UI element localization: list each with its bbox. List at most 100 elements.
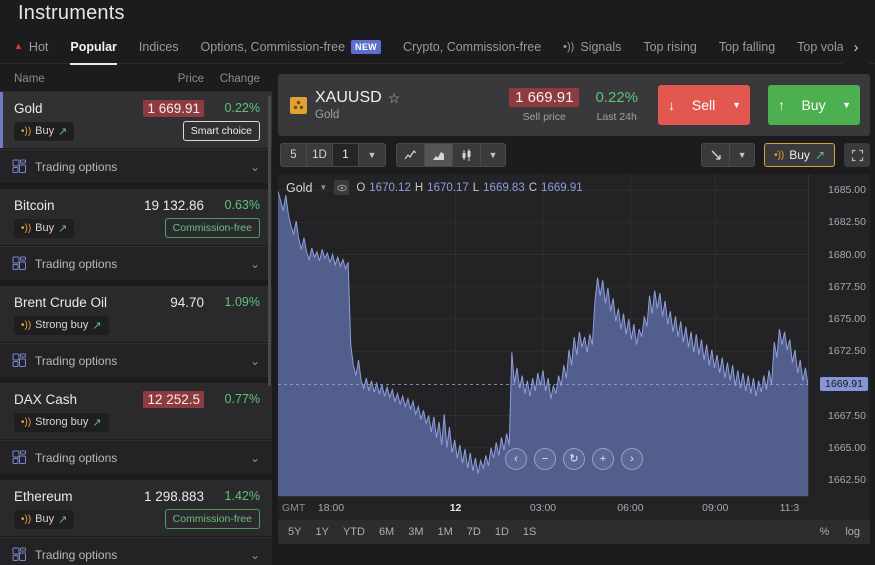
- chevron-left-icon[interactable]: ‹: [505, 448, 527, 470]
- chevron-down-icon[interactable]: ⌄: [250, 160, 260, 174]
- tab-crypto-commission-free[interactable]: Crypto, Commission-free: [392, 30, 552, 64]
- chart-panel: XAUUSD ☆ Gold 1 669.91 Sell price 0.22% …: [278, 74, 870, 544]
- cursor-tool-group: ▼: [701, 143, 756, 167]
- tab-indices[interactable]: Indices: [128, 30, 190, 64]
- tabs-overflow-next-icon[interactable]: ›: [843, 30, 869, 64]
- timeframe-dropdown-caret-icon[interactable]: ▼: [359, 144, 385, 166]
- buy-button[interactable]: ↑ Buy ▼: [768, 85, 860, 125]
- arrow-up-right-icon: ↗: [92, 416, 102, 429]
- chart-symbol-caret-icon[interactable]: ▼: [319, 183, 327, 192]
- sell-dropdown-caret-icon[interactable]: ▼: [732, 100, 746, 110]
- chevron-down-icon[interactable]: ⌄: [250, 257, 260, 271]
- chart-area[interactable]: Gold ▼ O 1670.12 H 1670.17 L 1669.83 C 1…: [278, 174, 870, 520]
- list-column-headers: Name Price Change: [0, 66, 272, 92]
- price-highlight: 12 252.5: [143, 390, 204, 408]
- range-5Y[interactable]: 5Y: [288, 526, 301, 538]
- trading-options-toggle[interactable]: Trading options ⌄: [0, 246, 272, 280]
- tab-hot[interactable]: ▲ Hot: [0, 30, 59, 64]
- range-7D[interactable]: 7D: [467, 526, 481, 538]
- range-1S[interactable]: 1S: [523, 526, 536, 538]
- instrument-row[interactable]: DAX Cash 12 252.5 0.77% •)) Strong buy ↗: [0, 383, 272, 439]
- tab-options-commission-free[interactable]: Options, Commission-free NEW: [190, 30, 392, 64]
- tab-top-falling[interactable]: Top falling: [708, 30, 786, 64]
- chevron-down-icon[interactable]: ⌄: [250, 548, 260, 562]
- trading-options-toggle[interactable]: Trading options ⌄: [0, 440, 272, 474]
- range-1M[interactable]: 1M: [438, 526, 453, 538]
- gold-instrument-icon: [290, 96, 307, 114]
- arrow-up-right-icon: ↗: [58, 125, 68, 138]
- range-YTD[interactable]: YTD: [343, 526, 365, 538]
- zoom-in-icon[interactable]: +: [592, 448, 614, 470]
- instrument-row[interactable]: Gold 1 669.91 0.22% •)) Buy ↗ Smart choice: [0, 92, 272, 148]
- candlestick-chart-icon[interactable]: [453, 144, 481, 166]
- price-axis-tick: 1685.00: [828, 184, 866, 197]
- flame-icon: ▲: [14, 41, 23, 51]
- chart-price-axis[interactable]: 1685.00 1682.50 1680.00 1677.50 1675.00 1672.…: [808, 174, 870, 496]
- row-badge: Commission-free: [164, 218, 260, 238]
- price-axis-tick: 1682.50: [828, 216, 866, 229]
- range-6M[interactable]: 6M: [379, 526, 394, 538]
- cursor-tool-dropdown-caret-icon[interactable]: ▼: [730, 144, 755, 166]
- reset-icon[interactable]: ↻: [563, 448, 585, 470]
- fullscreen-icon[interactable]: [844, 143, 870, 167]
- signal-chip[interactable]: •)) Strong buy ↗: [14, 315, 109, 335]
- tab-label: Crypto, Commission-free: [402, 39, 542, 54]
- sidebar-scrollbar[interactable]: [268, 96, 271, 386]
- chevron-down-icon[interactable]: ⌄: [250, 354, 260, 368]
- time-axis-tick: 12: [449, 502, 462, 514]
- instrument-row[interactable]: Ethereum 1 298.883 1.42% •)) Buy ↗ Commission-…: [0, 480, 272, 536]
- tab-label: Indices: [138, 39, 179, 54]
- instrument-row-price: 94.70: [118, 295, 204, 310]
- instrument-row-price: 19 132.86: [118, 198, 204, 213]
- favorite-star-icon[interactable]: ☆: [388, 90, 401, 107]
- area-chart-icon[interactable]: [425, 144, 453, 166]
- tab-popular[interactable]: Popular: [59, 30, 128, 65]
- timeframe-1[interactable]: 1: [333, 144, 359, 166]
- instrument-tabs: ▲ Hot Popular Indices Options, Commission-fr…: [0, 30, 875, 65]
- range-1Y[interactable]: 1Y: [315, 526, 328, 538]
- chart-signal-buy-button[interactable]: •)) Buy ↗: [764, 143, 835, 167]
- sell-price-block: 1 669.91 Sell price: [509, 87, 580, 123]
- chart-range-selector: 5Y 1Y YTD 6M 3M 1M 7D 1D 1S % log: [278, 520, 870, 544]
- instrument-row-price: 12 252.5: [118, 390, 204, 408]
- line-chart-icon[interactable]: [397, 144, 425, 166]
- tab-signals[interactable]: •)) Signals: [552, 30, 632, 64]
- instrument-row[interactable]: Bitcoin 19 132.86 0.63% •)) Buy ↗ Commission-f…: [0, 189, 272, 245]
- signal-chip[interactable]: •)) Buy ↗: [14, 509, 75, 529]
- range-1D[interactable]: 1D: [495, 526, 509, 538]
- timeframe-5[interactable]: 5: [281, 144, 307, 166]
- time-axis-tick: 18:00: [317, 502, 345, 514]
- trading-options-toggle[interactable]: Trading options ⌄: [0, 537, 272, 565]
- time-axis-tick: 11:3: [779, 502, 800, 514]
- price-axis-tick: 1680.00: [828, 248, 866, 261]
- ohlc-value-high: 1670.17: [427, 181, 469, 194]
- tab-top-rising[interactable]: Top rising: [632, 30, 708, 64]
- tab-new-badge: NEW: [351, 39, 381, 54]
- signal-icon: •)): [563, 40, 575, 53]
- price-axis-tick: 1677.50: [828, 280, 866, 293]
- trading-options-label: Trading options: [35, 547, 118, 562]
- zoom-out-icon[interactable]: −: [534, 448, 556, 470]
- buy-dropdown-caret-icon[interactable]: ▼: [842, 100, 856, 110]
- ohlc-value-close: 1669.91: [541, 181, 583, 194]
- range-option-percent[interactable]: %: [820, 526, 830, 538]
- trading-options-toggle[interactable]: Trading options ⌄: [0, 343, 272, 377]
- chart-type-dropdown-caret-icon[interactable]: ▼: [481, 144, 505, 166]
- chevron-right-icon[interactable]: ›: [621, 448, 643, 470]
- arrow-up-right-icon: ↗: [58, 513, 68, 526]
- tab-label: Signals: [580, 39, 622, 54]
- chevron-down-icon[interactable]: ⌄: [250, 451, 260, 465]
- instrument-row-change: 1.09%: [224, 295, 260, 309]
- signal-chip[interactable]: •)) Buy ↗: [14, 121, 75, 141]
- arrow-cursor-icon[interactable]: [702, 144, 731, 166]
- range-option-log[interactable]: log: [845, 526, 860, 538]
- signal-chip[interactable]: •)) Strong buy ↗: [14, 412, 109, 432]
- chart-toolbar: 5 1D 1 ▼ ▼ ▼ •)) Buy ↗: [278, 136, 870, 174]
- range-3M[interactable]: 3M: [408, 526, 423, 538]
- timeframe-1D[interactable]: 1D: [307, 144, 333, 166]
- sell-button[interactable]: ↓ Sell ▼: [658, 85, 750, 125]
- instrument-row[interactable]: Brent Crude Oil 94.70 1.09% •)) Strong buy ↗: [0, 286, 272, 342]
- visibility-eye-icon[interactable]: [334, 180, 350, 195]
- signal-chip[interactable]: •)) Buy ↗: [14, 218, 75, 238]
- trading-options-toggle[interactable]: Trading options ⌄: [0, 149, 272, 183]
